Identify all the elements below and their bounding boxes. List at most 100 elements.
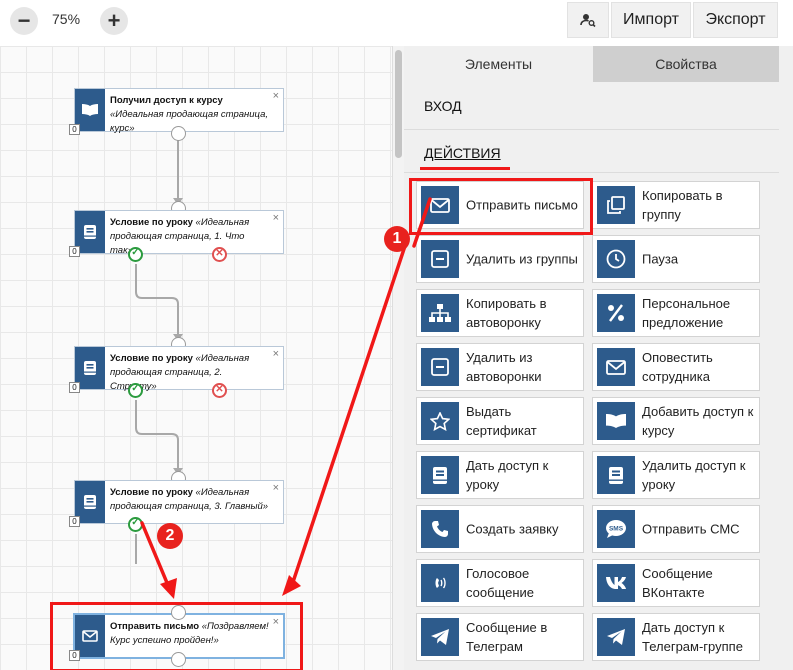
user-search-button[interactable]	[567, 2, 609, 38]
phone-icon	[421, 510, 459, 548]
action-label: Дать доступ к уроку	[466, 458, 549, 492]
section-actions[interactable]: ДЕЙСТВИЯ	[424, 145, 501, 161]
no-port[interactable]: ✕	[212, 383, 227, 398]
action-tile[interactable]: SMS Отправить СМС	[592, 505, 760, 553]
yes-port[interactable]: ✓	[128, 517, 143, 532]
close-icon[interactable]: ×	[273, 90, 279, 102]
svg-text:SMS: SMS	[609, 526, 624, 533]
node-lesson-condition-3[interactable]: Условие по уроку «Идеальная продающая ст…	[69, 480, 284, 527]
lesson-icon	[597, 456, 635, 494]
action-tile[interactable]: Удалить из автоворонки	[416, 343, 584, 391]
node-subtitle: «Идеальная продающая страница, курс»	[110, 109, 269, 134]
action-label: Пауза	[642, 251, 679, 267]
minus-box-icon	[421, 348, 459, 386]
action-label: Удалить доступ к уроку	[642, 458, 746, 492]
action-tile[interactable]: Голосовое сообщение	[416, 559, 584, 607]
action-label: Удалить из группы	[466, 251, 578, 267]
percent-icon	[597, 294, 635, 332]
envelope-icon	[597, 348, 635, 386]
sms-icon: SMS	[597, 510, 635, 548]
action-tile[interactable]: Персональное предложение	[592, 289, 760, 337]
action-label: Выдать сертификат	[466, 404, 537, 438]
divider	[404, 172, 779, 173]
action-label: Создать заявку	[466, 521, 559, 537]
telegram-icon	[597, 618, 635, 656]
clock-icon	[597, 240, 635, 278]
action-label: Удалить из автоворонки	[466, 350, 542, 384]
action-label: Дать доступ к Телеграм-группе	[642, 620, 743, 654]
star-icon	[421, 402, 459, 440]
toolbar: − 75% + Импорт Экспорт	[0, 0, 793, 42]
scrollbar-thumb[interactable]	[395, 50, 402, 158]
cross-icon: ✕	[215, 384, 224, 395]
action-tile[interactable]: Сообщение в Телеграм	[416, 613, 584, 661]
output-port[interactable]	[171, 652, 186, 667]
action-label: Голосовое сообщение	[466, 566, 535, 600]
action-label: Добавить доступ к курсу	[642, 404, 754, 438]
output-port[interactable]	[171, 126, 186, 141]
funnel-canvas[interactable]: Получил доступ к курсу «Идеальная продаю…	[0, 46, 392, 670]
action-label: Персональное предложение	[642, 296, 731, 330]
node-title: Условие по уроку	[110, 217, 193, 228]
cross-icon: ✕	[215, 248, 224, 259]
node-lesson-condition-2[interactable]: Условие по уроку «Идеальная продающая ст…	[69, 346, 284, 393]
phone-volume-icon	[421, 564, 459, 602]
divider	[404, 129, 779, 130]
highlight-frame-action	[409, 178, 593, 235]
close-icon[interactable]: ×	[273, 348, 279, 360]
lesson-icon	[421, 456, 459, 494]
node-title: Условие по уроку	[110, 353, 193, 364]
vk-icon	[597, 564, 635, 602]
panel-tabs: Элементы Свойства	[404, 46, 779, 82]
node-counter: 0	[69, 382, 80, 393]
export-button[interactable]: Экспорт	[693, 2, 778, 38]
node-lesson-condition-1[interactable]: Условие по уроку «Идеальная продающая ст…	[69, 210, 284, 257]
sitemap-icon	[421, 294, 459, 332]
action-tile[interactable]: Дать доступ к уроку	[416, 451, 584, 499]
step-badge-2: 2	[157, 523, 183, 549]
import-button[interactable]: Импорт	[611, 2, 691, 38]
node-counter: 0	[69, 246, 80, 257]
action-tile[interactable]: Пауза	[592, 235, 760, 283]
action-tile[interactable]: Копировать в автоворонку	[416, 289, 584, 337]
action-tile[interactable]: Добавить доступ к курсу	[592, 397, 760, 445]
action-label: Сообщение в Телеграм	[466, 620, 548, 654]
check-icon: ✓	[131, 383, 140, 394]
action-tile[interactable]: Удалить доступ к уроку	[592, 451, 760, 499]
check-icon: ✓	[131, 517, 140, 528]
section-entry[interactable]: ВХОД	[424, 98, 462, 114]
close-icon[interactable]: ×	[273, 212, 279, 224]
book-open-icon	[597, 402, 635, 440]
minus-box-icon	[421, 240, 459, 278]
close-icon[interactable]: ×	[273, 482, 279, 494]
action-label: Отправить СМС	[642, 521, 740, 537]
action-tile[interactable]: Удалить из группы	[416, 235, 584, 283]
check-icon: ✓	[131, 247, 140, 258]
node-title: Получил доступ к курсу	[110, 95, 223, 106]
tab-properties[interactable]: Свойства	[593, 46, 779, 82]
copy-icon	[597, 186, 635, 224]
action-tile[interactable]: Сообщение ВКонтакте	[592, 559, 760, 607]
input-port[interactable]	[171, 605, 186, 620]
section-underline	[420, 167, 510, 170]
zoom-level: 75%	[52, 11, 81, 27]
action-tile[interactable]: Создать заявку	[416, 505, 584, 553]
zoom-out-button[interactable]: −	[10, 7, 38, 35]
action-tile[interactable]: Копировать в группу	[592, 181, 760, 229]
action-tile[interactable]: Выдать сертификат	[416, 397, 584, 445]
action-label: Копировать в группу	[642, 188, 723, 222]
action-tile[interactable]: Дать доступ к Телеграм-группе	[592, 613, 760, 661]
node-counter: 0	[69, 516, 80, 527]
person-search-icon	[580, 14, 596, 28]
node-title: Условие по уроку	[110, 487, 193, 498]
no-port[interactable]: ✕	[212, 247, 227, 262]
zoom-in-button[interactable]: +	[100, 7, 128, 35]
telegram-icon	[421, 618, 459, 656]
tab-elements[interactable]: Элементы	[404, 46, 593, 82]
yes-port[interactable]: ✓	[128, 247, 143, 262]
action-label: Сообщение ВКонтакте	[642, 566, 713, 600]
action-label: Оповестить сотрудника	[642, 350, 713, 384]
yes-port[interactable]: ✓	[128, 383, 143, 398]
action-tile[interactable]: Оповестить сотрудника	[592, 343, 760, 391]
canvas-scrollbar[interactable]	[392, 46, 404, 670]
